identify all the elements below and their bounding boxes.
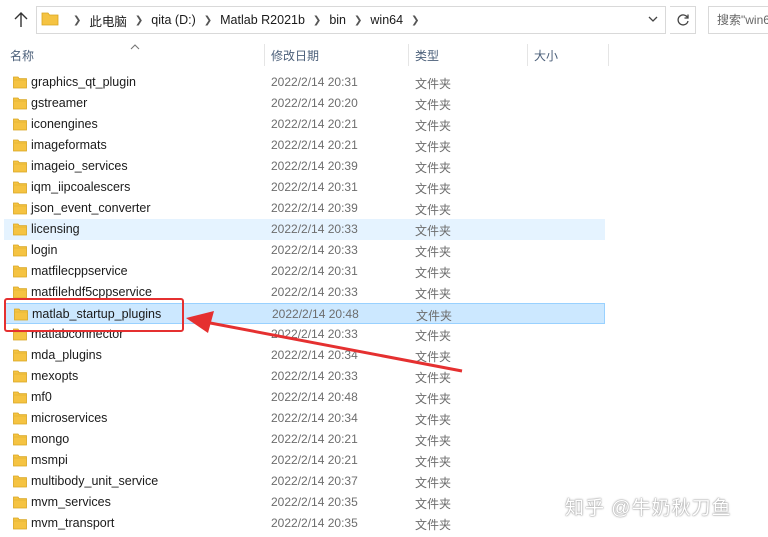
watermark: 知乎 @牛奶秋刀鱼: [565, 498, 732, 519]
annotation-arrow: [186, 311, 463, 373]
